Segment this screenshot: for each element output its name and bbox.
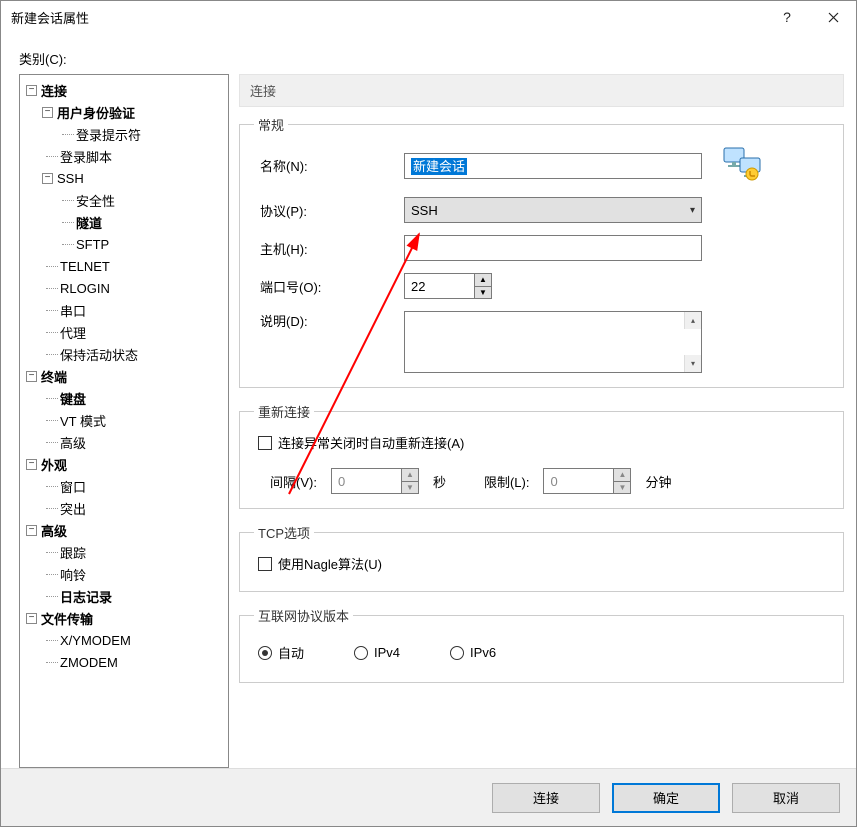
protocol-select[interactable]: SSH ▾	[404, 197, 702, 223]
tree-item-login-prompt[interactable]: 登录提示符	[76, 125, 141, 144]
tree-item-telnet[interactable]: TELNET	[60, 259, 110, 274]
ipversion-legend: 互联网协议版本	[254, 606, 353, 625]
limit-label: 限制(L):	[484, 472, 530, 491]
tree-item-security[interactable]: 安全性	[76, 191, 115, 210]
spin-down-icon[interactable]: ▼	[401, 481, 419, 495]
connect-button[interactable]: 连接	[492, 783, 600, 813]
tree-toggle-icon[interactable]: −	[26, 371, 37, 382]
tree-item-logging[interactable]: 日志记录	[60, 587, 112, 606]
auto-reconnect-label: 连接异常关闭时自动重新连接(A)	[278, 433, 464, 452]
port-label: 端口号(O):	[254, 277, 404, 296]
spin-up-icon[interactable]: ▲	[474, 273, 492, 286]
tree-item-login-script[interactable]: 登录脚本	[60, 147, 112, 166]
interval-spinner[interactable]: ▲▼	[331, 468, 419, 494]
tree-item-terminal[interactable]: 终端	[41, 367, 67, 386]
category-tree[interactable]: −连接 −用户身份验证 登录提示符 登录脚本 −SSH 安全性 隧道 SFTP …	[19, 74, 229, 768]
tree-item-keepalive[interactable]: 保持活动状态	[60, 345, 138, 364]
tree-toggle-icon[interactable]: −	[26, 613, 37, 624]
tree-item-zmodem[interactable]: ZMODEM	[60, 655, 118, 670]
spin-up-icon[interactable]: ▲	[613, 468, 631, 481]
session-icon	[722, 146, 762, 185]
tree-toggle-icon[interactable]: −	[26, 525, 37, 536]
tree-item-vtmode[interactable]: VT 模式	[60, 411, 106, 430]
titlebar: 新建会话属性 ?	[1, 1, 856, 33]
tree-toggle-icon[interactable]: −	[42, 173, 53, 184]
section-header: 连接	[239, 74, 844, 107]
spin-down-icon[interactable]: ▼	[474, 286, 492, 300]
tree-item-trace[interactable]: 跟踪	[60, 543, 86, 562]
tree-toggle-icon[interactable]: −	[26, 459, 37, 470]
interval-unit: 秒	[433, 472, 446, 491]
ipver-ipv6-label: IPv6	[470, 645, 496, 660]
tree-item-bell[interactable]: 响铃	[60, 565, 86, 584]
ipversion-group: 互联网协议版本 自动 IPv4 IPv6	[239, 606, 844, 683]
name-input[interactable]: 新建会话	[404, 153, 702, 179]
tree-item-window[interactable]: 窗口	[60, 477, 86, 496]
tree-item-proxy[interactable]: 代理	[60, 323, 86, 342]
ipver-ipv6-radio[interactable]	[450, 646, 464, 660]
auto-reconnect-checkbox[interactable]	[258, 436, 272, 450]
tree-item-ssh[interactable]: SSH	[57, 171, 84, 186]
tree-item-appearance[interactable]: 外观	[41, 455, 67, 474]
ipver-auto-label: 自动	[278, 643, 304, 662]
tree-item-keyboard[interactable]: 键盘	[60, 389, 86, 408]
general-legend: 常规	[254, 115, 288, 134]
nagle-checkbox[interactable]	[258, 557, 272, 571]
ipver-auto-radio[interactable]	[258, 646, 272, 660]
spin-down-icon[interactable]: ▼	[613, 481, 631, 495]
scroll-down-icon[interactable]: ▾	[684, 355, 701, 372]
tree-item-advanced-term[interactable]: 高级	[60, 433, 86, 452]
tree-item-serial[interactable]: 串口	[60, 301, 86, 320]
protocol-label: 协议(P):	[254, 201, 404, 220]
interval-label: 间隔(V):	[270, 472, 317, 491]
tree-item-sftp[interactable]: SFTP	[76, 237, 109, 252]
spin-up-icon[interactable]: ▲	[401, 468, 419, 481]
protocol-value: SSH	[411, 203, 438, 218]
tree-item-auth[interactable]: 用户身份验证	[57, 103, 135, 122]
host-label: 主机(H):	[254, 239, 404, 258]
tree-toggle-icon[interactable]: −	[42, 107, 53, 118]
window-title: 新建会话属性	[1, 8, 764, 27]
reconnect-group: 重新连接 连接异常关闭时自动重新连接(A) 间隔(V): ▲▼ 秒 限制(L):	[239, 402, 844, 509]
dialog-window: 新建会话属性 ? 类别(C): −连接 −用户身份验证 登录提示符 登录脚本 −…	[0, 0, 857, 827]
general-group: 常规 名称(N): 新建会话	[239, 115, 844, 388]
content-panel: 连接 常规 名称(N): 新建会话	[239, 74, 844, 768]
chevron-down-icon: ▾	[690, 205, 695, 216]
nagle-label: 使用Nagle算法(U)	[278, 554, 382, 573]
close-button[interactable]	[810, 1, 856, 33]
scroll-up-icon[interactable]: ▴	[684, 312, 701, 329]
tree-item-advanced[interactable]: 高级	[41, 521, 67, 540]
reconnect-legend: 重新连接	[254, 402, 314, 421]
port-spinner[interactable]: ▲▼	[404, 273, 492, 299]
limit-input[interactable]	[543, 468, 613, 494]
ipver-ipv4-label: IPv4	[374, 645, 400, 660]
tree-item-filetransfer[interactable]: 文件传输	[41, 609, 93, 628]
tcp-group: TCP选项 使用Nagle算法(U)	[239, 523, 844, 592]
tree-item-xymodem[interactable]: X/YMODEM	[60, 633, 131, 648]
help-button[interactable]: ?	[764, 1, 810, 33]
tcp-legend: TCP选项	[254, 523, 314, 542]
desc-textarea[interactable]: ▴ ▾	[404, 311, 702, 373]
category-label: 类别(C):	[19, 49, 844, 68]
interval-input[interactable]	[331, 468, 401, 494]
dialog-footer: 连接 确定 取消	[1, 768, 856, 826]
tree-toggle-icon[interactable]: −	[26, 85, 37, 96]
tree-item-highlight[interactable]: 突出	[60, 499, 86, 518]
tree-item-rlogin[interactable]: RLOGIN	[60, 281, 110, 296]
ipver-ipv4-radio[interactable]	[354, 646, 368, 660]
cancel-button[interactable]: 取消	[732, 783, 840, 813]
host-input[interactable]	[404, 235, 702, 261]
limit-spinner[interactable]: ▲▼	[543, 468, 631, 494]
desc-label: 说明(D):	[254, 311, 404, 330]
ok-button[interactable]: 确定	[612, 783, 720, 813]
limit-unit: 分钟	[645, 472, 671, 491]
name-label: 名称(N):	[254, 156, 404, 175]
port-input[interactable]	[404, 273, 474, 299]
close-icon	[828, 12, 839, 23]
tree-item-connection[interactable]: 连接	[41, 81, 67, 100]
tree-item-tunnel[interactable]: 隧道	[76, 213, 102, 232]
